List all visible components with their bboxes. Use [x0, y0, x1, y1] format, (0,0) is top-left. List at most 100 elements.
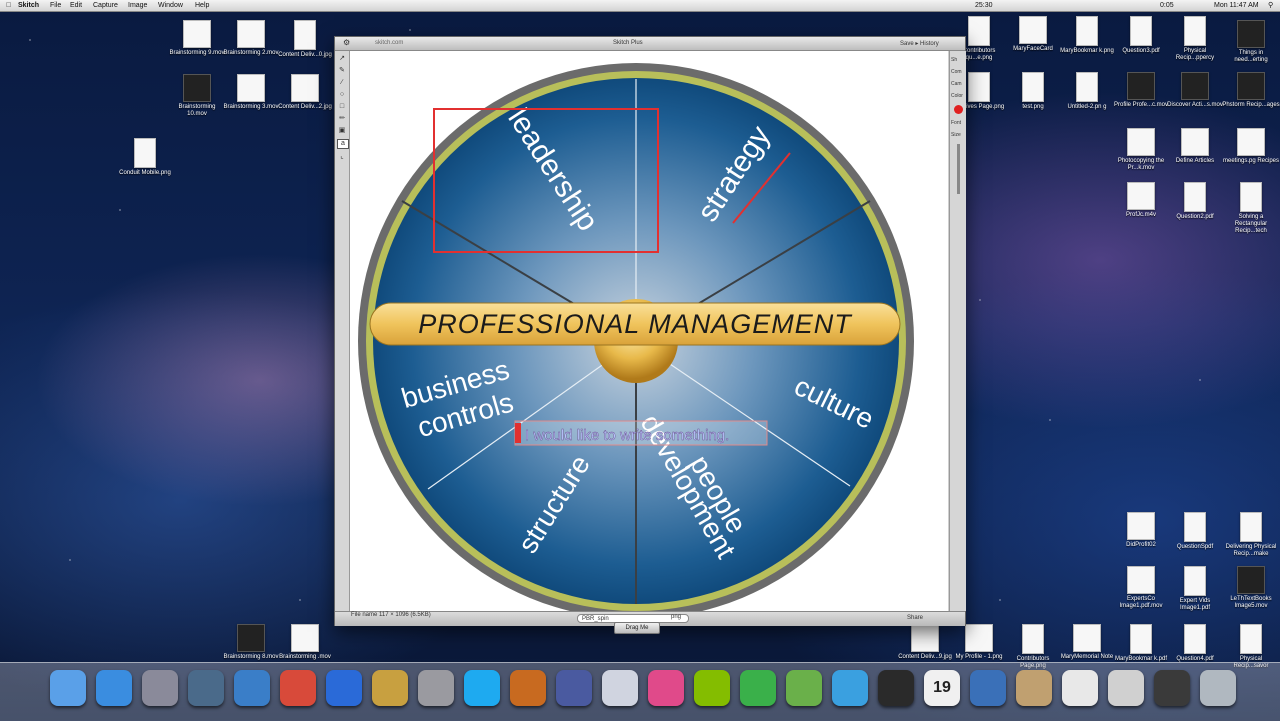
file-format-select[interactable]: png: [671, 614, 681, 620]
iphoto-icon[interactable]: [372, 670, 408, 706]
gear-icon[interactable]: ⚙: [343, 38, 350, 47]
desktop-icon[interactable]: Brainstorming 10.mov: [168, 74, 226, 118]
cam-tool-label[interactable]: Cam: [951, 81, 965, 87]
save-history-button[interactable]: Save ▸ History: [900, 40, 939, 47]
crop-tool-icon[interactable]: ⌞: [337, 153, 347, 161]
evernote-icon[interactable]: [786, 670, 822, 706]
desktop-icon[interactable]: Conduit Mobile.png: [116, 138, 174, 177]
menu-window[interactable]: Window: [158, 0, 183, 11]
text-tool-icon[interactable]: a: [337, 139, 349, 149]
document-icon[interactable]: [1062, 670, 1098, 706]
apple-menu-icon[interactable]: : [6, 0, 11, 11]
desktop-icon[interactable]: My Profile - 1.png: [950, 624, 1008, 661]
quicktime-player-icon[interactable]: [970, 670, 1006, 706]
desktop-icon[interactable]: Physical Recip...ppercy: [1166, 16, 1224, 62]
window-url[interactable]: skitch.com: [375, 40, 403, 46]
app-store-icon[interactable]: [96, 670, 132, 706]
heart-app-icon[interactable]: [648, 670, 684, 706]
calendar-icon[interactable]: 19: [924, 670, 960, 706]
pages-icon[interactable]: [602, 670, 638, 706]
desktop-icon[interactable]: Question2.pdf: [1166, 182, 1224, 221]
color-swatch-red[interactable]: [953, 105, 963, 114]
mission-control-icon[interactable]: [188, 670, 224, 706]
desktop-icon[interactable]: Content Deliv...2.jpg: [276, 74, 334, 111]
desktop-icon[interactable]: LeThTextBooks Image5.mov: [1222, 566, 1280, 610]
menu-help[interactable]: Help: [195, 0, 209, 11]
desktop-icon[interactable]: QuestionSpdf: [1166, 512, 1224, 551]
desktop-icon[interactable]: Expert Vids Image1.pdf: [1166, 566, 1224, 612]
desktop-icon[interactable]: Brainstorming 9.mov: [168, 20, 226, 57]
text-resize-handle[interactable]: [515, 423, 521, 443]
drag-me-button[interactable]: Drag Me: [614, 622, 660, 634]
desktop-icon[interactable]: Content Deliv...0.jpg: [276, 20, 334, 59]
safari-icon[interactable]: [234, 670, 270, 706]
trash-icon[interactable]: [1200, 670, 1236, 706]
chrome-icon[interactable]: [280, 670, 316, 706]
menu-capture[interactable]: Capture: [93, 0, 118, 11]
desktop-icon[interactable]: Profile Profe...c.mov: [1112, 72, 1170, 109]
desktop-icon[interactable]: Things in need...erting: [1222, 20, 1280, 64]
desktop-icon[interactable]: Discover Acti...s.mov: [1166, 72, 1224, 109]
printer-icon[interactable]: [1154, 670, 1190, 706]
desktop-icon[interactable]: Delivering Physical Recip...make: [1222, 512, 1280, 558]
annotation-text[interactable]: I would like to write something.: [525, 427, 730, 444]
home-folder-icon[interactable]: [1016, 670, 1052, 706]
share-button[interactable]: Share: [907, 615, 923, 621]
desktop-icon[interactable]: Untitled-2.pn g: [1058, 72, 1116, 111]
desktop-icon[interactable]: Brainstorming 8.mov: [222, 624, 280, 661]
desktop-icon-label: Brainstorming 10.mov: [178, 104, 216, 117]
desktop-icon[interactable]: Question3.pdf: [1112, 16, 1170, 55]
adium-icon[interactable]: [740, 670, 776, 706]
window-titlebar[interactable]: ⚙ skitch.com Skitch Plus Save ▸ History: [335, 37, 965, 51]
desktop-icon[interactable]: MaryBookmar k.png: [1058, 16, 1116, 55]
desktop-icon[interactable]: Question4.pdf: [1166, 624, 1224, 663]
launchpad-icon[interactable]: [142, 670, 178, 706]
battery-status[interactable]: 0:05: [1160, 0, 1174, 11]
itunes-icon[interactable]: [326, 670, 362, 706]
size-slider[interactable]: [956, 144, 960, 194]
desktop-icon[interactable]: MaryFaceCard: [1004, 16, 1062, 53]
activity-monitor-icon[interactable]: [878, 670, 914, 706]
desktop-icon[interactable]: Define Articles: [1166, 128, 1224, 165]
twitter-icon[interactable]: [832, 670, 868, 706]
menu-timer[interactable]: 25:30: [975, 0, 993, 11]
keynote-icon[interactable]: [510, 670, 546, 706]
menu-image[interactable]: Image: [128, 0, 147, 11]
menu-clock[interactable]: Mon 11:47 AM: [1214, 0, 1259, 11]
spotify-icon[interactable]: [694, 670, 730, 706]
desktop-icon[interactable]: DidProfit02: [1112, 512, 1170, 549]
desktop-icon[interactable]: MaryBookmar k.pdf: [1112, 624, 1170, 663]
menu-app-name[interactable]: Skitch: [18, 0, 39, 11]
desktop-icon[interactable]: Brainstorming 2.mov: [222, 20, 280, 57]
menu-file[interactable]: File: [50, 0, 61, 11]
skitch-canvas[interactable]: leadership strategy business controls cu…: [350, 51, 948, 611]
spotlight-icon[interactable]: ⚲: [1268, 0, 1273, 11]
system-preferences-icon[interactable]: [418, 670, 454, 706]
desktop-icon[interactable]: Brainstorming .mov: [276, 624, 334, 661]
desktop-icon[interactable]: Brainstorming 3.mov: [222, 74, 280, 111]
highlighter-tool-icon[interactable]: ✏: [337, 115, 347, 123]
desktop-icon[interactable]: Photocopying the Pr...k.mov: [1112, 128, 1170, 172]
desktop-icon[interactable]: Solving a Rectangular Recip...tech: [1222, 182, 1280, 235]
rectangle-tool-icon[interactable]: □: [337, 103, 347, 111]
line-tool-icon[interactable]: ∕: [337, 79, 347, 87]
desktop-icon[interactable]: Phstorm Recip...ages: [1222, 72, 1280, 109]
desktop-icon[interactable]: meetings.pg Recipes: [1222, 128, 1280, 165]
desktop-icon[interactable]: Content Deliv...9.jpg: [896, 624, 954, 661]
com-tool-label[interactable]: Com: [951, 69, 965, 75]
desktop-icon[interactable]: test.png: [1004, 72, 1062, 111]
arrow-tool-icon[interactable]: ↗: [337, 55, 347, 63]
desktop-icon[interactable]: ProfJc.m4v: [1112, 182, 1170, 219]
desktop-icon[interactable]: MaryMemorial Note: [1058, 624, 1116, 661]
ellipse-tool-icon[interactable]: ○: [337, 91, 347, 99]
share-tool-label[interactable]: Sh: [951, 57, 965, 63]
downloads-icon[interactable]: [1108, 670, 1144, 706]
eraser-tool-icon[interactable]: ▣: [337, 127, 347, 135]
skype-icon[interactable]: [464, 670, 500, 706]
font-label[interactable]: Font: [951, 120, 965, 126]
quicktime-icon[interactable]: [556, 670, 592, 706]
pen-tool-icon[interactable]: ✎: [337, 67, 347, 75]
finder-icon[interactable]: [50, 670, 86, 706]
menu-edit[interactable]: Edit: [70, 0, 82, 11]
desktop-icon[interactable]: ExpertsCo Image1.pdf.mov: [1112, 566, 1170, 610]
